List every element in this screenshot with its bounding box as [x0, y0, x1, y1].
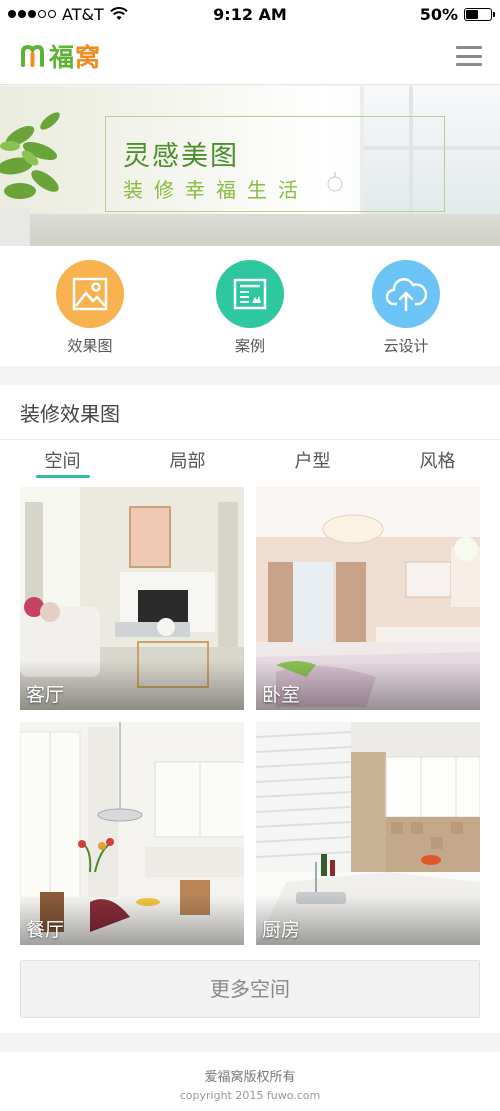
card-kitchen[interactable]: 厨房 — [256, 722, 480, 945]
card-living-room[interactable]: 客厅 — [20, 487, 244, 710]
quick-link-label: 效果图 — [67, 337, 113, 355]
app-header: 福窝 — [0, 28, 500, 85]
quick-link-cases[interactable]: 案例 — [190, 260, 310, 356]
copyright-text: copyright 2015 fuwo.com — [179, 1089, 321, 1102]
banner-sill — [0, 214, 500, 246]
card-label: 客厅 — [26, 684, 65, 706]
quick-link-circle — [56, 260, 124, 328]
quick-link-cloud-design[interactable]: 云设计 — [346, 260, 466, 356]
section-title: 装修效果图 — [0, 385, 500, 440]
card-label: 餐厅 — [26, 919, 65, 941]
renderings-section: 装修效果图 空间 局部 户型 风格 客厅 卧室 餐厅 厨房 更多空间 — [0, 385, 500, 1033]
card-label: 厨房 — [262, 919, 301, 941]
document-icon — [233, 278, 267, 310]
picture-icon — [72, 277, 108, 311]
tab-space[interactable]: 空间 — [0, 440, 125, 484]
card-dining-room[interactable]: 餐厅 — [20, 722, 244, 945]
card-label: 卧室 — [262, 684, 301, 706]
more-spaces-button[interactable]: 更多空间 — [20, 960, 480, 1018]
battery-icon — [464, 7, 495, 21]
card-bedroom[interactable]: 卧室 — [256, 487, 480, 710]
logo-text-2: 窝 — [75, 43, 102, 72]
category-tabs: 空间 局部 户型 风格 — [0, 440, 500, 484]
quick-link-label: 案例 — [234, 337, 265, 355]
carrier-name: AT&T — [62, 4, 104, 24]
status-bar: AT&T 9:12 AM 50% — [0, 0, 500, 28]
signal-strength-icon — [8, 10, 56, 18]
cloud-upload-icon — [385, 278, 427, 312]
tab-style[interactable]: 风格 — [375, 440, 500, 484]
logo-m-icon — [21, 44, 44, 67]
battery-percent: 50% — [419, 4, 458, 24]
status-left: AT&T — [8, 5, 128, 24]
quick-link-circle — [216, 260, 284, 328]
hamburger-menu-icon[interactable] — [456, 46, 482, 66]
banner-subtitle: 装修幸福生活 — [123, 178, 309, 202]
logo-text-1: 福 — [49, 43, 76, 72]
space-grid: 客厅 卧室 餐厅 厨房 — [0, 484, 500, 945]
quick-links: 效果图 案例 云设计 — [0, 246, 500, 366]
tab-floorplan[interactable]: 户型 — [250, 440, 375, 484]
quick-link-label: 云设计 — [383, 337, 429, 355]
copyright-owner: 爱福窝版权所有 — [204, 1070, 296, 1085]
quick-link-effect-images[interactable]: 效果图 — [30, 260, 150, 356]
tab-partial[interactable]: 局部 — [125, 440, 250, 484]
footer: 爱福窝版权所有 copyright 2015 fuwo.com — [0, 1052, 500, 1111]
banner-title: 灵感美图 — [123, 141, 239, 172]
quick-link-circle — [372, 260, 440, 328]
logo-text: 福窝 — [49, 38, 101, 74]
plant-left-image — [0, 112, 60, 246]
status-right: 50% — [419, 4, 495, 24]
logo[interactable]: 福窝 — [20, 38, 101, 74]
banner[interactable]: 灵感美图 装修幸福生活 — [0, 86, 500, 246]
battery-fill — [466, 9, 478, 19]
wifi-icon — [110, 7, 128, 20]
